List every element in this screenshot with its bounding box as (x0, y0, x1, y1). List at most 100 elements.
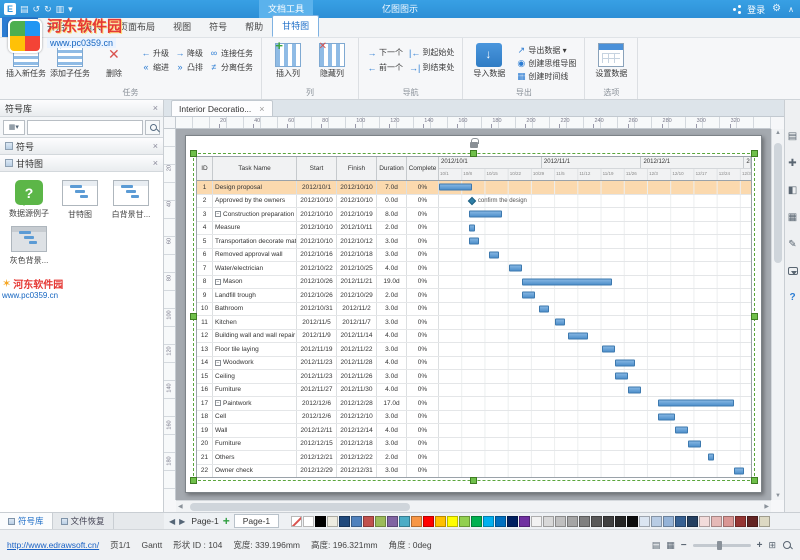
prev-page-icon[interactable]: ◀ (169, 517, 175, 526)
next-button[interactable]: → 下一个 (365, 46, 407, 59)
color-swatch[interactable] (387, 515, 399, 527)
menu-tab[interactable]: 符号 (200, 17, 236, 37)
menu-tab[interactable]: 帮助 (236, 17, 272, 37)
mindmap-button[interactable]: ◉ 创建思维导图 (514, 57, 580, 70)
milestone-diamond[interactable] (467, 196, 477, 205)
undo-icon[interactable]: ↺ (33, 0, 41, 18)
login-link[interactable]: 登录 (747, 3, 765, 16)
color-swatch[interactable] (591, 515, 603, 527)
section-gantt[interactable]: 甘特图 (0, 155, 163, 172)
gantt-bar[interactable] (628, 386, 642, 394)
color-swatch[interactable] (327, 515, 339, 527)
gantt-bar[interactable] (614, 359, 635, 367)
library-icon[interactable]: ▤ (788, 132, 797, 142)
gear-icon[interactable]: ⚙ (772, 0, 781, 18)
scrollbar-thumb[interactable] (190, 503, 410, 511)
gantt-task-row[interactable]: 21 Others 2012/12/21 2012/12/22 2.0d 0% (197, 451, 751, 465)
gantt-bar[interactable] (658, 399, 735, 407)
scroll-right-icon[interactable]: ▶ (764, 503, 769, 510)
gantt-bar[interactable] (521, 291, 536, 299)
gantt-bar[interactable] (674, 426, 688, 434)
color-swatch[interactable] (627, 515, 639, 527)
color-swatch[interactable] (699, 515, 711, 527)
color-swatch[interactable] (519, 515, 531, 527)
gantt-bar[interactable] (521, 278, 612, 286)
collapse-icon[interactable]: − (215, 211, 221, 218)
panel-tab[interactable]: 符号库 (0, 513, 53, 529)
color-swatch[interactable] (435, 515, 447, 527)
import-button[interactable]: 导入数据 (467, 40, 511, 79)
share-icon[interactable] (733, 7, 737, 11)
color-swatch[interactable] (603, 515, 615, 527)
selection-handle[interactable] (751, 313, 758, 320)
color-swatch[interactable] (663, 515, 675, 527)
gantt-task-row[interactable]: 4 Measure 2012/10/10 2012/10/11 2.0d 0% (197, 221, 751, 235)
zoom-select-icon[interactable] (782, 540, 793, 551)
color-swatch[interactable] (303, 515, 315, 527)
color-swatch[interactable] (507, 515, 519, 527)
gantt-bar[interactable] (707, 453, 715, 461)
zoom-slider-thumb[interactable] (716, 540, 722, 550)
insert-col-button[interactable]: 插入列 (266, 38, 310, 79)
gantt-task-row[interactable]: 8− Mason 2012/10/26 2012/11/21 19.0d 0% (197, 275, 751, 289)
color-swatch[interactable] (495, 515, 507, 527)
collapse-icon[interactable]: − (215, 400, 221, 407)
gantt-bar[interactable] (658, 413, 675, 421)
symbol-item[interactable]: 甘特图 (56, 180, 104, 220)
color-swatch[interactable] (447, 515, 459, 527)
close-icon[interactable] (153, 141, 158, 151)
gantt-task-row[interactable]: 1 Design proposal 2012/10/1 2012/10/10 7.0d 0… (197, 181, 751, 195)
color-swatch[interactable] (735, 515, 747, 527)
gantt-bar[interactable] (468, 237, 479, 245)
horizontal-scrollbar[interactable]: ◀ ▶ (176, 500, 771, 512)
color-swatch[interactable] (567, 515, 579, 527)
color-swatch[interactable] (615, 515, 627, 527)
gantt-task-row[interactable]: 20 Furniture 2012/12/15 2012/12/18 3.0d 0% (197, 437, 751, 451)
color-swatch[interactable] (315, 515, 327, 527)
color-swatch[interactable] (423, 515, 435, 527)
gantt-task-row[interactable]: 19 Wall 2012/12/11 2012/12/14 4.0d 0% (197, 424, 751, 438)
color-swatch[interactable] (291, 515, 303, 527)
drawing-canvas[interactable]: ID Task Name Start Finish Duration Complete 20… (176, 129, 771, 500)
color-swatch[interactable] (411, 515, 423, 527)
gantt-task-row[interactable]: 22 Owner check 2012/12/29 2012/12/31 3.0d 0% (197, 464, 751, 477)
next-page-icon[interactable]: ▶ (179, 517, 185, 526)
symbol-item[interactable]: ? 数据源例子 (5, 180, 53, 220)
view-normal-icon[interactable]: ▤ (652, 540, 661, 551)
color-swatch[interactable] (375, 515, 387, 527)
gantt-bar[interactable] (468, 224, 476, 232)
to-end-button[interactable]: →| 到结束处 (407, 61, 458, 74)
close-icon[interactable] (153, 103, 158, 113)
app-icon[interactable]: E (4, 3, 16, 15)
color-swatch[interactable] (555, 515, 567, 527)
color-swatch[interactable] (759, 515, 771, 527)
menu-tab-active[interactable]: 甘特图 (272, 15, 320, 37)
color-swatch[interactable] (723, 515, 735, 527)
color-swatch[interactable] (483, 515, 495, 527)
clipart-icon[interactable]: ✚ (788, 159, 796, 169)
add-page-button[interactable]: + (223, 515, 230, 527)
timeline-button[interactable]: ▦ 创建时间线 (514, 70, 580, 83)
gantt-bar[interactable] (488, 251, 499, 259)
color-swatch[interactable] (339, 515, 351, 527)
selection-handle[interactable] (470, 477, 477, 484)
view-fullscreen-icon[interactable]: ▦ (666, 540, 675, 551)
panel-tab[interactable]: 文件恢复 (53, 513, 114, 529)
gantt-task-row[interactable]: 14− Woodwork 2012/11/23 2012/11/28 4.0d 0% (197, 356, 751, 370)
gantt-bar[interactable] (538, 305, 549, 313)
gantt-bar[interactable] (601, 345, 615, 353)
website-link[interactable]: http://www.edrawsoft.cn/ (7, 540, 99, 550)
gantt-chart[interactable]: ID Task Name Start Finish Duration Complete 20… (196, 156, 752, 478)
selection-handle[interactable] (751, 150, 758, 157)
gantt-task-row[interactable]: 7 Water/electrician 2012/10/22 2012/10/25 4.… (197, 262, 751, 276)
gantt-task-row[interactable]: 18 Cell 2012/12/6 2012/12/10 3.0d 0% (197, 410, 751, 424)
gantt-task-row[interactable]: 11 Kitchen 2012/11/5 2012/11/7 3.0d 0% (197, 316, 751, 330)
note-icon[interactable]: ✎ (788, 240, 796, 250)
save-icon[interactable]: ▤ (20, 0, 29, 18)
layer-icon[interactable]: ▦ (788, 213, 797, 223)
color-swatch[interactable] (399, 515, 411, 527)
gantt-task-row[interactable]: 15 Ceiling 2012/11/23 2012/11/26 3.0d 0% (197, 370, 751, 384)
section-symbols[interactable]: 符号 (0, 138, 163, 155)
collapse-icon[interactable]: − (215, 359, 221, 366)
indent-button[interactable]: «缩进 (139, 61, 173, 74)
